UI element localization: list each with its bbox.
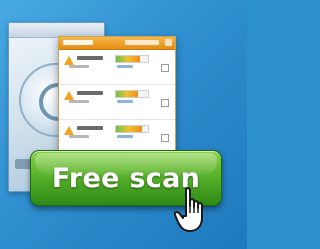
alert-text-blur xyxy=(77,91,103,95)
row-checkbox xyxy=(161,99,169,107)
header-text-blur xyxy=(63,40,93,45)
alert-subtext-blur xyxy=(69,135,89,138)
severity-bar xyxy=(115,55,149,63)
alert-text-blur xyxy=(77,56,103,60)
severity-bar xyxy=(115,90,149,98)
alert-link-blur xyxy=(117,65,133,68)
header-text-blur-2 xyxy=(125,40,159,45)
alert-link-blur xyxy=(117,135,133,138)
close-icon xyxy=(165,39,172,46)
hand-pointer-icon xyxy=(174,187,203,232)
alert-text-blur xyxy=(77,126,103,130)
alert-row xyxy=(59,50,175,85)
alerts-panel-header xyxy=(59,37,175,50)
row-checkbox xyxy=(161,134,169,142)
severity-bar xyxy=(115,125,149,133)
row-checkbox xyxy=(161,64,169,72)
warning-triangle-icon xyxy=(64,126,74,135)
alert-link-blur xyxy=(117,100,133,103)
alert-row xyxy=(59,85,175,120)
warning-triangle-icon xyxy=(64,91,74,100)
alerts-panel xyxy=(58,36,176,160)
alert-subtext-blur xyxy=(69,100,89,103)
alert-subtext-blur xyxy=(69,65,89,68)
warning-triangle-icon xyxy=(64,56,74,65)
